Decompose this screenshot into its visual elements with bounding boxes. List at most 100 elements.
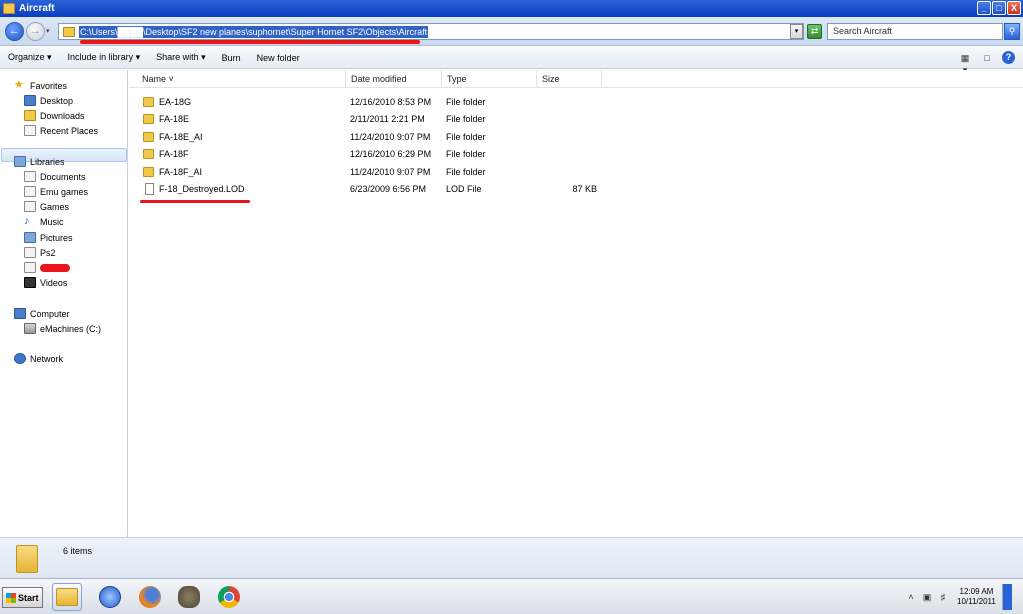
show-hidden-icons-icon[interactable]: ˄ (905, 591, 917, 603)
forward-button[interactable]: → (26, 22, 45, 41)
nav-item-ps2[interactable]: Ps2 (24, 247, 56, 258)
column-header-size[interactable]: Size (537, 70, 602, 88)
show-desktop-button[interactable] (1001, 584, 1012, 610)
file-type: File folder (446, 97, 486, 107)
taskbar-firefox-button[interactable] (135, 583, 165, 611)
help-icon[interactable]: ? (1002, 51, 1015, 64)
taskbar-chrome-button[interactable] (214, 583, 244, 611)
nav-item-games[interactable]: Games (24, 201, 69, 212)
taskbar-itunes-button[interactable] (95, 583, 125, 611)
search-icon[interactable]: ⚲ (1004, 23, 1020, 40)
library-icon (24, 201, 36, 212)
minimize-button[interactable]: _ (977, 1, 991, 15)
preview-pane-icon[interactable]: □ (980, 52, 994, 64)
column-label: Name (142, 74, 167, 84)
nav-label: Favorites (30, 80, 68, 91)
maximize-button[interactable]: □ (992, 1, 1006, 15)
file-name: FA-18F_AI (159, 167, 203, 177)
folder-icon (63, 26, 75, 37)
share-with-button[interactable]: Share with ▾ (148, 52, 214, 63)
volume-icon[interactable]: ♯ (937, 591, 949, 603)
nav-item-desktop[interactable]: Desktop (24, 95, 73, 106)
organize-button[interactable]: Organize ▾ (0, 52, 60, 63)
title-bar: Aircraft _ □ X (0, 0, 1023, 17)
nav-item-favorites[interactable]: ★ Favorites (14, 80, 67, 91)
file-size (541, 129, 597, 146)
computer-icon (14, 308, 26, 319)
file-row[interactable]: F-18_Destroyed.LOD 6/23/2009 6:56 PM LOD… (129, 181, 1023, 198)
back-button[interactable]: ← (5, 22, 24, 41)
clock[interactable]: 12:09 AM 10/11/2011 (957, 587, 996, 607)
nav-item-videos[interactable]: Videos (24, 277, 67, 288)
file-row[interactable]: FA-18F_AI 11/24/2010 9:07 PM File folder (129, 164, 1023, 181)
file-type: File folder (446, 114, 486, 124)
file-date: 2/11/2011 2:21 PM (350, 114, 425, 124)
file-size: 87 KB (572, 184, 597, 194)
file-list: Name ˅ Date modified Type Size EA-18G 12… (129, 70, 1023, 537)
file-row[interactable]: FA-18E_AI 11/24/2010 9:07 PM File folder (129, 129, 1023, 146)
start-button[interactable]: Start (2, 587, 43, 608)
taskbar-explorer-button[interactable] (52, 583, 82, 611)
nav-item-redacted[interactable] (24, 262, 70, 273)
close-button[interactable]: X (1007, 1, 1021, 15)
folder-icon (143, 167, 154, 177)
address-field[interactable]: C:\Users\████\Desktop\SF2 new planes\sup… (58, 23, 804, 40)
clock-time: 12:09 AM (959, 587, 994, 596)
column-header-name[interactable]: Name ˅ (137, 70, 346, 88)
clock-date: 10/11/2011 (957, 597, 996, 606)
file-date: 6/23/2009 6:56 PM (350, 184, 427, 194)
nav-label: Music (40, 216, 64, 227)
file-name: EA-18G (159, 97, 192, 107)
nav-item-music[interactable]: ♪ Music (24, 216, 64, 227)
new-folder-button[interactable]: New folder (249, 53, 308, 63)
file-name: FA-18F (159, 149, 189, 159)
file-date: 12/16/2010 6:29 PM (350, 149, 432, 159)
nav-item-documents[interactable]: Documents (24, 171, 86, 182)
details-pane: 6 items (0, 537, 1023, 578)
taskbar-gimp-button[interactable] (174, 583, 204, 611)
nav-item-libraries[interactable]: Libraries (14, 156, 65, 167)
file-type: File folder (446, 149, 486, 159)
nav-item-downloads[interactable]: Downloads (24, 110, 85, 121)
search-input[interactable]: Search Aircraft (827, 23, 1003, 40)
drive-icon (24, 323, 36, 334)
nav-item-computer[interactable]: Computer (14, 308, 70, 319)
file-row[interactable]: FA-18E 2/11/2011 2:21 PM File folder (129, 111, 1023, 128)
folder-icon (16, 545, 38, 573)
file-size (541, 111, 597, 128)
nav-label: Downloads (40, 110, 85, 121)
nav-item-network[interactable]: Network (14, 353, 63, 364)
refresh-button[interactable]: ⇄ (807, 24, 822, 39)
view-options-icon[interactable]: ▦ ▾ (958, 52, 972, 75)
nav-item-recent-places[interactable]: Recent Places (24, 125, 98, 136)
nav-label: Pictures (40, 232, 73, 243)
column-header-date-modified[interactable]: Date modified (346, 70, 442, 88)
include-in-library-button[interactable]: Include in library ▾ (60, 52, 149, 63)
column-header-type[interactable]: Type (442, 70, 537, 88)
file-row[interactable]: EA-18G 12/16/2010 8:53 PM File folder (129, 94, 1023, 111)
address-dropdown-button[interactable]: ▾ (790, 24, 803, 39)
nav-label: Recent Places (40, 125, 99, 136)
folder-icon (143, 149, 154, 159)
file-icon (145, 183, 154, 195)
nav-label: Network (30, 353, 64, 364)
file-name: FA-18E_AI (159, 132, 203, 142)
network-status-icon[interactable]: ▣ (921, 591, 933, 603)
file-row[interactable]: FA-18F 12/16/2010 6:29 PM File folder (129, 146, 1023, 163)
nav-item-pictures[interactable]: Pictures (24, 232, 73, 243)
folder-icon (143, 114, 154, 124)
annotation-underline-address (80, 40, 420, 44)
folder-icon (143, 132, 154, 142)
file-type: LOD File (446, 184, 482, 194)
address-path[interactable]: C:\Users\████\Desktop\SF2 new planes\sup… (79, 25, 429, 38)
annotation-redaction-mark (40, 263, 70, 272)
file-size (541, 146, 597, 163)
nav-item-drive-c[interactable]: eMachines (C:) (24, 323, 101, 334)
nav-item-emu-games[interactable]: Emu games (24, 186, 88, 197)
burn-button[interactable]: Burn (214, 53, 249, 63)
folder-icon (3, 3, 15, 14)
nav-label: Ps2 (40, 247, 56, 258)
file-name: F-18_Destroyed.LOD (159, 184, 245, 194)
recent-pages-dropdown[interactable]: ▾ (46, 27, 50, 35)
column-headers: Name ˅ Date modified Type Size (129, 70, 1023, 88)
